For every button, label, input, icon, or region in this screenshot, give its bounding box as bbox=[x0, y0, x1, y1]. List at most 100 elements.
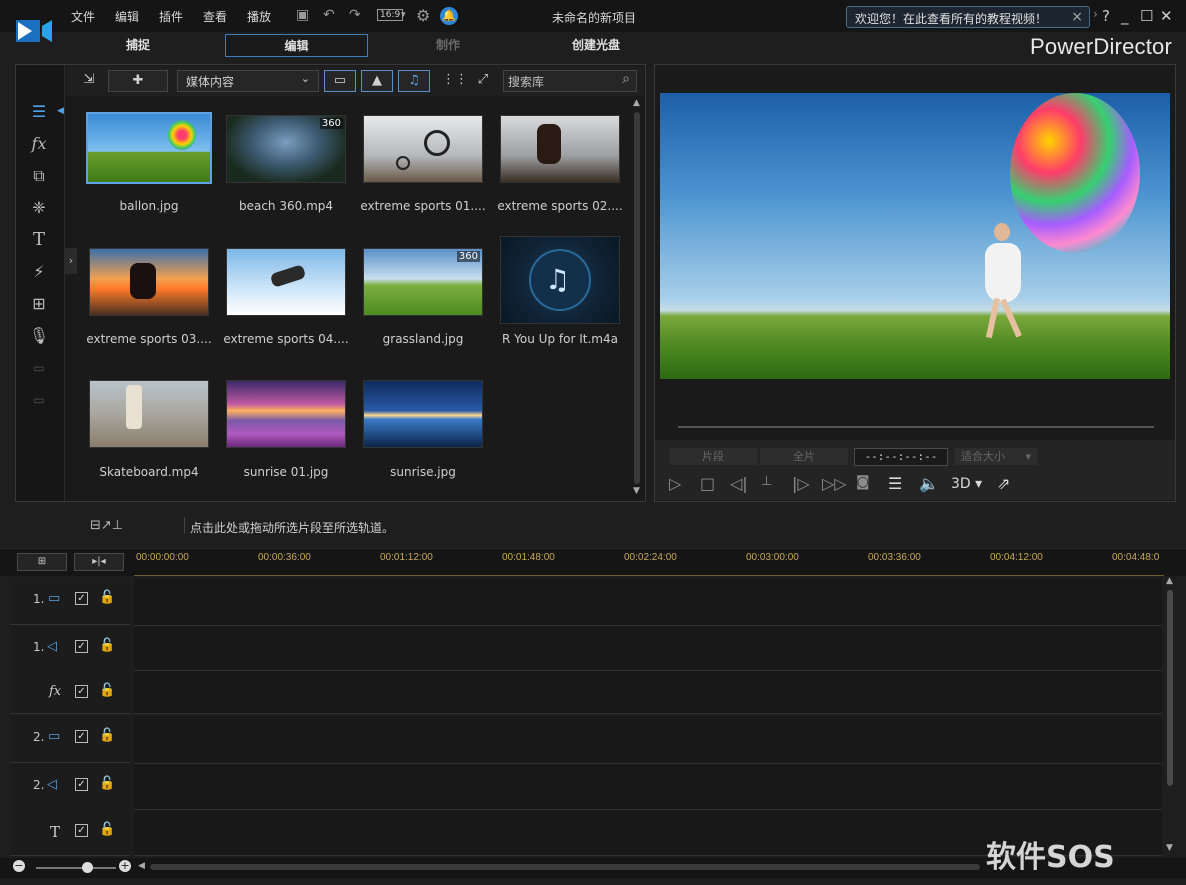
split-icon[interactable]: ⊥ bbox=[761, 474, 772, 489]
timeline-vertical-scrollbar[interactable]: ▲ bbox=[1165, 576, 1175, 858]
zoom-fit-select[interactable]: 适合大小 ▾ bbox=[955, 448, 1037, 465]
settings-gear-icon[interactable]: ⚙ bbox=[416, 6, 430, 25]
menu-plugins[interactable]: 插件 bbox=[159, 8, 183, 25]
scroll-thumb[interactable] bbox=[1167, 590, 1173, 786]
thumbnail-sunrise-01[interactable] bbox=[226, 380, 346, 448]
scroll-down-icon[interactable]: ▼ bbox=[633, 486, 640, 496]
track-enable-checkbox[interactable]: ✓ bbox=[75, 730, 88, 743]
menu-file[interactable]: 文件 bbox=[71, 8, 95, 25]
zoom-out-icon[interactable]: − bbox=[13, 860, 25, 872]
thumbnail-extreme-sports-02[interactable] bbox=[500, 115, 620, 183]
scroll-down-icon[interactable]: ▼ bbox=[1166, 843, 1173, 853]
unlock-icon[interactable]: 🔓 bbox=[99, 590, 115, 605]
track-lane-audio-2[interactable] bbox=[134, 764, 1162, 810]
fast-forward-icon[interactable]: ▷▷ bbox=[822, 474, 847, 493]
thumbnail-extreme-sports-01[interactable] bbox=[363, 115, 483, 183]
notification-bell-icon[interactable]: 🔔 bbox=[440, 7, 458, 25]
thumbnail-beach-360[interactable]: 360 bbox=[226, 115, 346, 183]
scroll-left-icon[interactable]: ◀ bbox=[138, 861, 145, 871]
fit-timeline-icon[interactable]: ▸|◂ bbox=[74, 553, 124, 571]
clip-mode-button[interactable]: 片段 bbox=[669, 448, 757, 465]
undo-icon[interactable]: ↶ bbox=[323, 7, 335, 23]
media-room-icon[interactable]: ☰ bbox=[28, 101, 50, 123]
thumbnail-extreme-sports-03[interactable] bbox=[89, 248, 209, 316]
library-search-input[interactable]: 搜索库 ⌕ bbox=[503, 70, 637, 92]
audio-filter-icon[interactable]: ♫ bbox=[398, 70, 430, 92]
close-icon[interactable]: × bbox=[1071, 9, 1083, 25]
tab-create-disc[interactable]: 创建光盘 bbox=[538, 34, 654, 57]
next-frame-icon[interactable]: |▷ bbox=[792, 474, 810, 493]
redo-icon[interactable]: ↷ bbox=[349, 7, 361, 23]
particle-icon[interactable]: ❈ bbox=[28, 197, 50, 219]
save-icon[interactable]: ▣ bbox=[296, 7, 309, 23]
storyboard-view-icon[interactable]: ⊟↗⊥ bbox=[90, 518, 123, 533]
search-icon[interactable]: ⌕ bbox=[622, 71, 630, 87]
unlock-icon[interactable]: 🔓 bbox=[99, 638, 115, 653]
volume-icon[interactable]: 🔈 bbox=[919, 474, 939, 493]
maximize-icon[interactable]: ☐ bbox=[1140, 7, 1153, 25]
previous-frame-icon[interactable]: ◁| bbox=[730, 474, 748, 493]
image-filter-icon[interactable]: ▲ bbox=[361, 70, 393, 92]
playback-progress-bar[interactable] bbox=[678, 426, 1154, 428]
library-scrollbar[interactable]: ▲ ▼ bbox=[632, 98, 642, 500]
menu-edit[interactable]: 编辑 bbox=[115, 8, 139, 25]
pip-objects-icon[interactable]: ⧉ bbox=[28, 165, 50, 187]
snapshot-icon[interactable]: ◙ bbox=[856, 474, 870, 490]
track-enable-checkbox[interactable]: ✓ bbox=[75, 592, 88, 605]
track-lane-audio-1[interactable] bbox=[134, 626, 1162, 671]
unlock-icon[interactable]: 🔓 bbox=[99, 776, 115, 791]
unlock-icon[interactable]: 🔓 bbox=[99, 683, 115, 698]
audio-mixing-icon[interactable]: ⊞ bbox=[28, 293, 50, 315]
preview-image[interactable] bbox=[660, 93, 1170, 379]
tab-edit[interactable]: 编辑 bbox=[225, 34, 368, 57]
timeline-hint[interactable]: 点击此处或拖动所选片段至所选轨道。 bbox=[190, 519, 394, 536]
unlock-icon[interactable]: 🔓 bbox=[99, 728, 115, 743]
thumbnail-sunrise[interactable] bbox=[363, 380, 483, 448]
grid-view-icon[interactable]: ⋮⋮ bbox=[442, 70, 468, 92]
thumbnail-ballon[interactable] bbox=[86, 112, 212, 184]
subtitle-toggle-icon[interactable]: ☰ bbox=[888, 474, 902, 493]
import-media-icon[interactable]: ⇲ bbox=[74, 70, 104, 92]
help-icon[interactable]: ? bbox=[1102, 7, 1110, 25]
unlock-icon[interactable]: 🔓 bbox=[99, 822, 115, 837]
timeline-ruler[interactable] bbox=[134, 574, 1164, 576]
thumbnail-audio[interactable]: ♫ bbox=[500, 236, 620, 324]
minimize-icon[interactable]: _ bbox=[1121, 7, 1129, 25]
aspect-ratio-button[interactable]: 16:9 bbox=[377, 9, 404, 21]
tab-produce[interactable]: 制作 bbox=[390, 34, 506, 57]
track-lane-fx[interactable] bbox=[134, 671, 1162, 714]
track-enable-checkbox[interactable]: ✓ bbox=[75, 778, 88, 791]
voice-over-icon[interactable]: 🎙 bbox=[28, 325, 50, 347]
track-lane-video-2[interactable] bbox=[134, 716, 1162, 764]
zoom-slider-track[interactable] bbox=[36, 867, 116, 869]
tab-capture[interactable]: 捕捉 bbox=[80, 34, 196, 57]
fullscreen-library-icon[interactable]: ⤢ bbox=[472, 70, 494, 92]
fx-room-icon[interactable]: fx bbox=[28, 133, 50, 155]
menu-view[interactable]: 查看 bbox=[203, 8, 227, 25]
zoom-slider-handle[interactable] bbox=[82, 862, 93, 873]
3d-mode-button[interactable]: 3D ▾ bbox=[951, 476, 982, 492]
timecode-field[interactable]: --:--:--:-- bbox=[854, 448, 948, 466]
track-enable-checkbox[interactable]: ✓ bbox=[75, 685, 88, 698]
movie-mode-button[interactable]: 全片 bbox=[760, 448, 848, 465]
close-window-icon[interactable]: ✕ bbox=[1160, 7, 1173, 25]
undock-preview-icon[interactable]: ⇗ bbox=[997, 474, 1010, 493]
welcome-banner[interactable]: 欢迎您！在此查看所有的教程视频！ × bbox=[846, 6, 1090, 28]
thumbnail-extreme-sports-04[interactable] bbox=[226, 248, 346, 316]
expand-panel-icon[interactable]: › bbox=[65, 248, 77, 274]
transition-icon[interactable]: ⚡ bbox=[28, 261, 50, 283]
timeline-horizontal-scrollbar[interactable] bbox=[150, 864, 980, 870]
track-enable-checkbox[interactable]: ✓ bbox=[75, 824, 88, 837]
track-lane-video-1[interactable] bbox=[134, 578, 1162, 626]
scroll-up-icon[interactable]: ▲ bbox=[1166, 576, 1173, 586]
scroll-up-icon[interactable]: ▲ bbox=[633, 98, 640, 108]
media-content-select[interactable]: 媒体内容 ⌄ bbox=[177, 70, 319, 92]
title-room-icon[interactable]: T bbox=[28, 229, 50, 251]
scroll-thumb[interactable] bbox=[634, 112, 640, 484]
thumbnail-skateboard[interactable] bbox=[89, 380, 209, 448]
thumbnail-grassland[interactable]: 360 bbox=[363, 248, 483, 316]
chevron-down-icon[interactable]: ▾ bbox=[401, 10, 406, 20]
track-manager-icon[interactable]: ⊞ bbox=[17, 553, 67, 571]
plugins-icon[interactable]: ✚ bbox=[108, 70, 168, 92]
zoom-in-icon[interactable]: + bbox=[119, 860, 131, 872]
